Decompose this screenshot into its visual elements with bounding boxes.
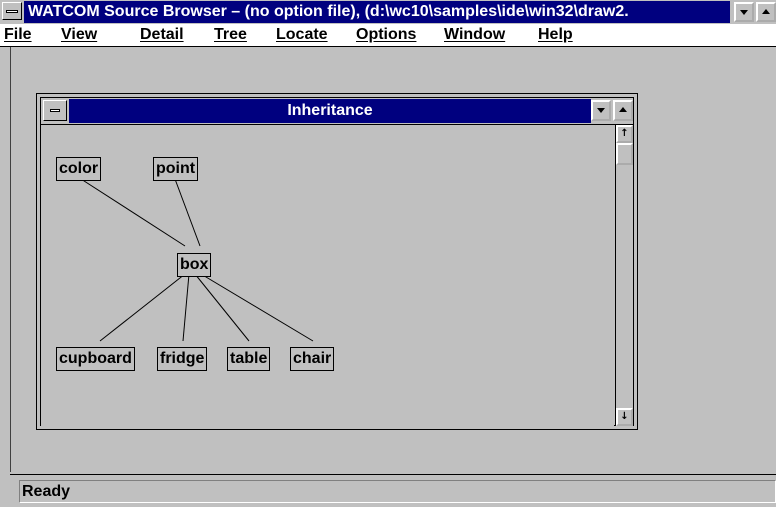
main-title-bar[interactable]: WATCOM Source Browser – (no option file)…: [0, 0, 776, 25]
inheritance-window[interactable]: Inheritance color point box cupboard fri…: [36, 93, 638, 430]
class-node-fridge[interactable]: fridge: [157, 347, 208, 371]
inheritance-title: Inheritance: [69, 99, 591, 123]
edge-box-fridge: [182, 273, 190, 342]
vertical-scrollbar[interactable]: ↑ ↓: [615, 125, 633, 426]
child-system-menu-icon: [50, 109, 60, 112]
child-maximize-icon: [619, 107, 627, 112]
edge-box-cupboard: [99, 273, 186, 342]
minimize-icon: [740, 10, 748, 15]
menu-detail[interactable]: Detail: [140, 25, 184, 45]
window-title: WATCOM Source Browser – (no option file)…: [24, 1, 730, 23]
menu-window[interactable]: Window: [444, 25, 505, 45]
minimize-button[interactable]: [734, 2, 754, 22]
edge-point-box: [174, 178, 201, 247]
scroll-up-button[interactable]: ↑: [616, 125, 633, 143]
edge-box-table: [194, 273, 250, 342]
maximize-icon: [762, 9, 770, 14]
arrow-down-icon: ↓: [620, 411, 629, 422]
menu-bar: File View Detail Tree Locate Options Win…: [0, 24, 776, 47]
class-node-chair[interactable]: chair: [290, 347, 335, 371]
scroll-thumb[interactable]: [616, 143, 633, 165]
inheritance-title-bar[interactable]: Inheritance: [41, 98, 633, 125]
menu-tree[interactable]: Tree: [214, 25, 247, 45]
child-system-menu-button[interactable]: [43, 100, 67, 121]
inheritance-window-frame: Inheritance color point box cupboard fri…: [40, 97, 634, 426]
status-field: Ready: [19, 480, 776, 503]
scroll-down-button[interactable]: ↓: [616, 408, 633, 426]
edge-box-chair: [200, 273, 314, 342]
class-node-box[interactable]: box: [177, 253, 212, 277]
status-bar: Ready: [10, 474, 776, 507]
inheritance-edges: [80, 178, 314, 342]
class-node-point[interactable]: point: [153, 157, 199, 181]
child-minimize-icon: [597, 108, 605, 113]
child-minimize-button[interactable]: [591, 100, 611, 121]
edge-color-box: [80, 178, 186, 247]
maximize-button[interactable]: [756, 2, 776, 22]
system-menu-icon: [6, 10, 18, 13]
menu-locate[interactable]: Locate: [276, 25, 328, 45]
class-node-color[interactable]: color: [56, 157, 102, 181]
inheritance-graph-canvas[interactable]: color point box cupboard fridge table ch…: [41, 125, 614, 426]
menu-options[interactable]: Options: [356, 25, 416, 45]
class-node-cupboard[interactable]: cupboard: [56, 347, 135, 371]
status-text: Ready: [22, 483, 71, 500]
menu-file[interactable]: File: [4, 25, 32, 45]
arrow-up-icon: ↑: [620, 128, 629, 139]
child-maximize-button[interactable]: [613, 100, 633, 121]
class-node-table[interactable]: table: [227, 347, 271, 371]
menu-help[interactable]: Help: [538, 25, 573, 45]
menu-view[interactable]: View: [61, 25, 97, 45]
system-menu-button[interactable]: [2, 2, 22, 20]
source-browser-app: WATCOM Source Browser – (no option file)…: [0, 0, 776, 507]
